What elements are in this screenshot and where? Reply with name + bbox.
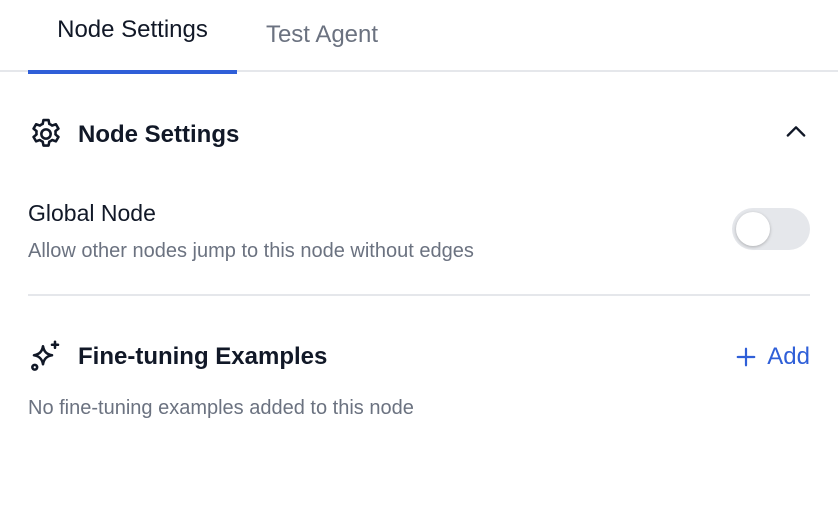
tab-test-agent-label: Test Agent <box>265 21 379 48</box>
section-divider <box>28 294 810 296</box>
gear-icon <box>32 118 60 147</box>
tab-node-settings[interactable]: Node Settings <box>28 0 237 74</box>
global-node-title: Global Node <box>28 200 156 226</box>
add-example-button[interactable]: Add <box>735 340 810 374</box>
add-example-label: Add <box>767 343 810 370</box>
node-settings-header[interactable]: Node Settings <box>28 112 810 156</box>
tab-test-agent[interactable]: Test Agent <box>237 0 407 72</box>
tab-node-settings-label: Node Settings <box>57 16 208 43</box>
toggle-knob <box>736 212 770 246</box>
fine-tuning-title: Fine-tuning Examples <box>78 343 328 370</box>
fine-tuning-empty-text: No fine-tuning examples added to this no… <box>28 397 414 419</box>
global-node-description: Allow other nodes jump to this node with… <box>28 240 474 262</box>
global-node-toggle[interactable] <box>732 208 810 250</box>
node-settings-title: Node Settings <box>78 121 240 148</box>
plus-icon <box>736 347 756 367</box>
chevron-up-icon[interactable] <box>782 118 810 146</box>
tab-bar: Node Settings Test Agent <box>0 0 838 74</box>
sparkles-icon <box>31 340 60 371</box>
